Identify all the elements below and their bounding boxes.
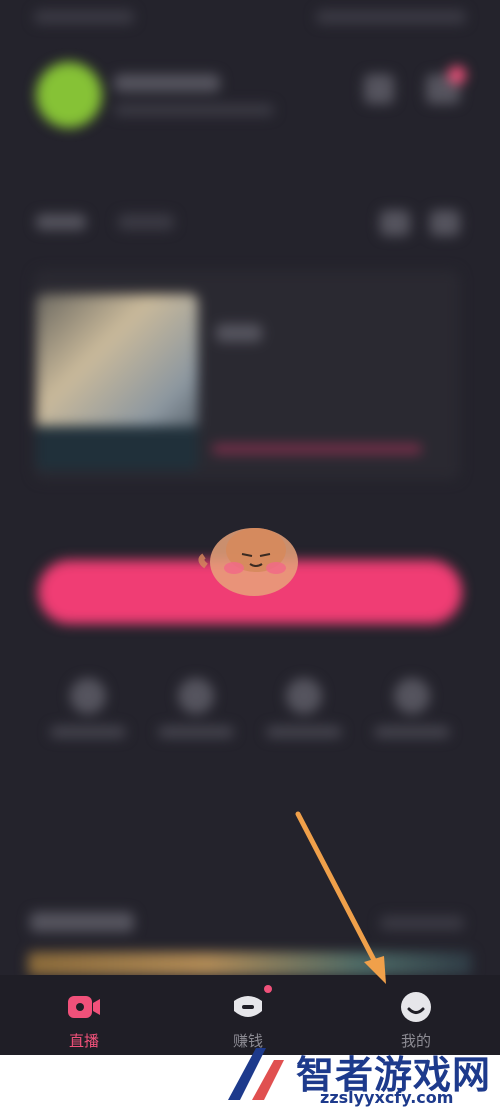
message-badge	[448, 66, 466, 84]
live-video-icon	[66, 989, 102, 1025]
feature-icon	[70, 678, 106, 714]
tab-label: 直播	[68, 1032, 99, 1050]
bottom-banner[interactable]	[28, 952, 472, 976]
feature-icon	[178, 678, 214, 714]
profile-face-icon	[398, 989, 434, 1025]
tab-live[interactable]: 直播	[24, 975, 144, 1055]
scan-icon[interactable]	[364, 74, 394, 104]
feature-label	[374, 726, 450, 738]
feature-label	[266, 726, 342, 738]
thumbnail-caption-strip	[36, 426, 198, 470]
site-watermark: 智者游戏网 zzslyyxcfy.com	[222, 1040, 500, 1110]
user-name	[114, 74, 220, 92]
feature-label	[50, 726, 126, 738]
status-bar-left	[34, 10, 134, 24]
section-tab-2[interactable]	[118, 214, 174, 230]
blurred-content	[0, 0, 500, 976]
bottom-section-title	[30, 912, 134, 932]
avatar[interactable]	[36, 62, 102, 128]
card-title	[216, 324, 262, 342]
feature-item-4[interactable]	[364, 670, 460, 750]
section-action-2[interactable]	[430, 210, 460, 236]
app-screen: 直播 赚钱 我的	[0, 0, 500, 1055]
feature-icon	[286, 678, 322, 714]
feature-icon	[394, 678, 430, 714]
card-link[interactable]	[212, 444, 422, 454]
feature-item-2[interactable]	[148, 670, 244, 750]
mascot-sticker	[198, 528, 298, 596]
earn-money-icon	[230, 989, 266, 1025]
status-bar-right	[316, 10, 466, 24]
earn-notification-dot	[264, 985, 272, 993]
feature-label	[158, 726, 234, 738]
feature-item-1[interactable]	[40, 670, 136, 750]
user-subtitle	[114, 104, 274, 116]
watermark-logo-icon	[228, 1048, 284, 1100]
section-action-1[interactable]	[380, 210, 410, 236]
bottom-section-more[interactable]	[380, 916, 464, 930]
watermark-url: zzslyyxcfy.com	[320, 1088, 454, 1107]
section-tab-1[interactable]	[36, 214, 86, 230]
feature-item-3[interactable]	[256, 670, 352, 750]
